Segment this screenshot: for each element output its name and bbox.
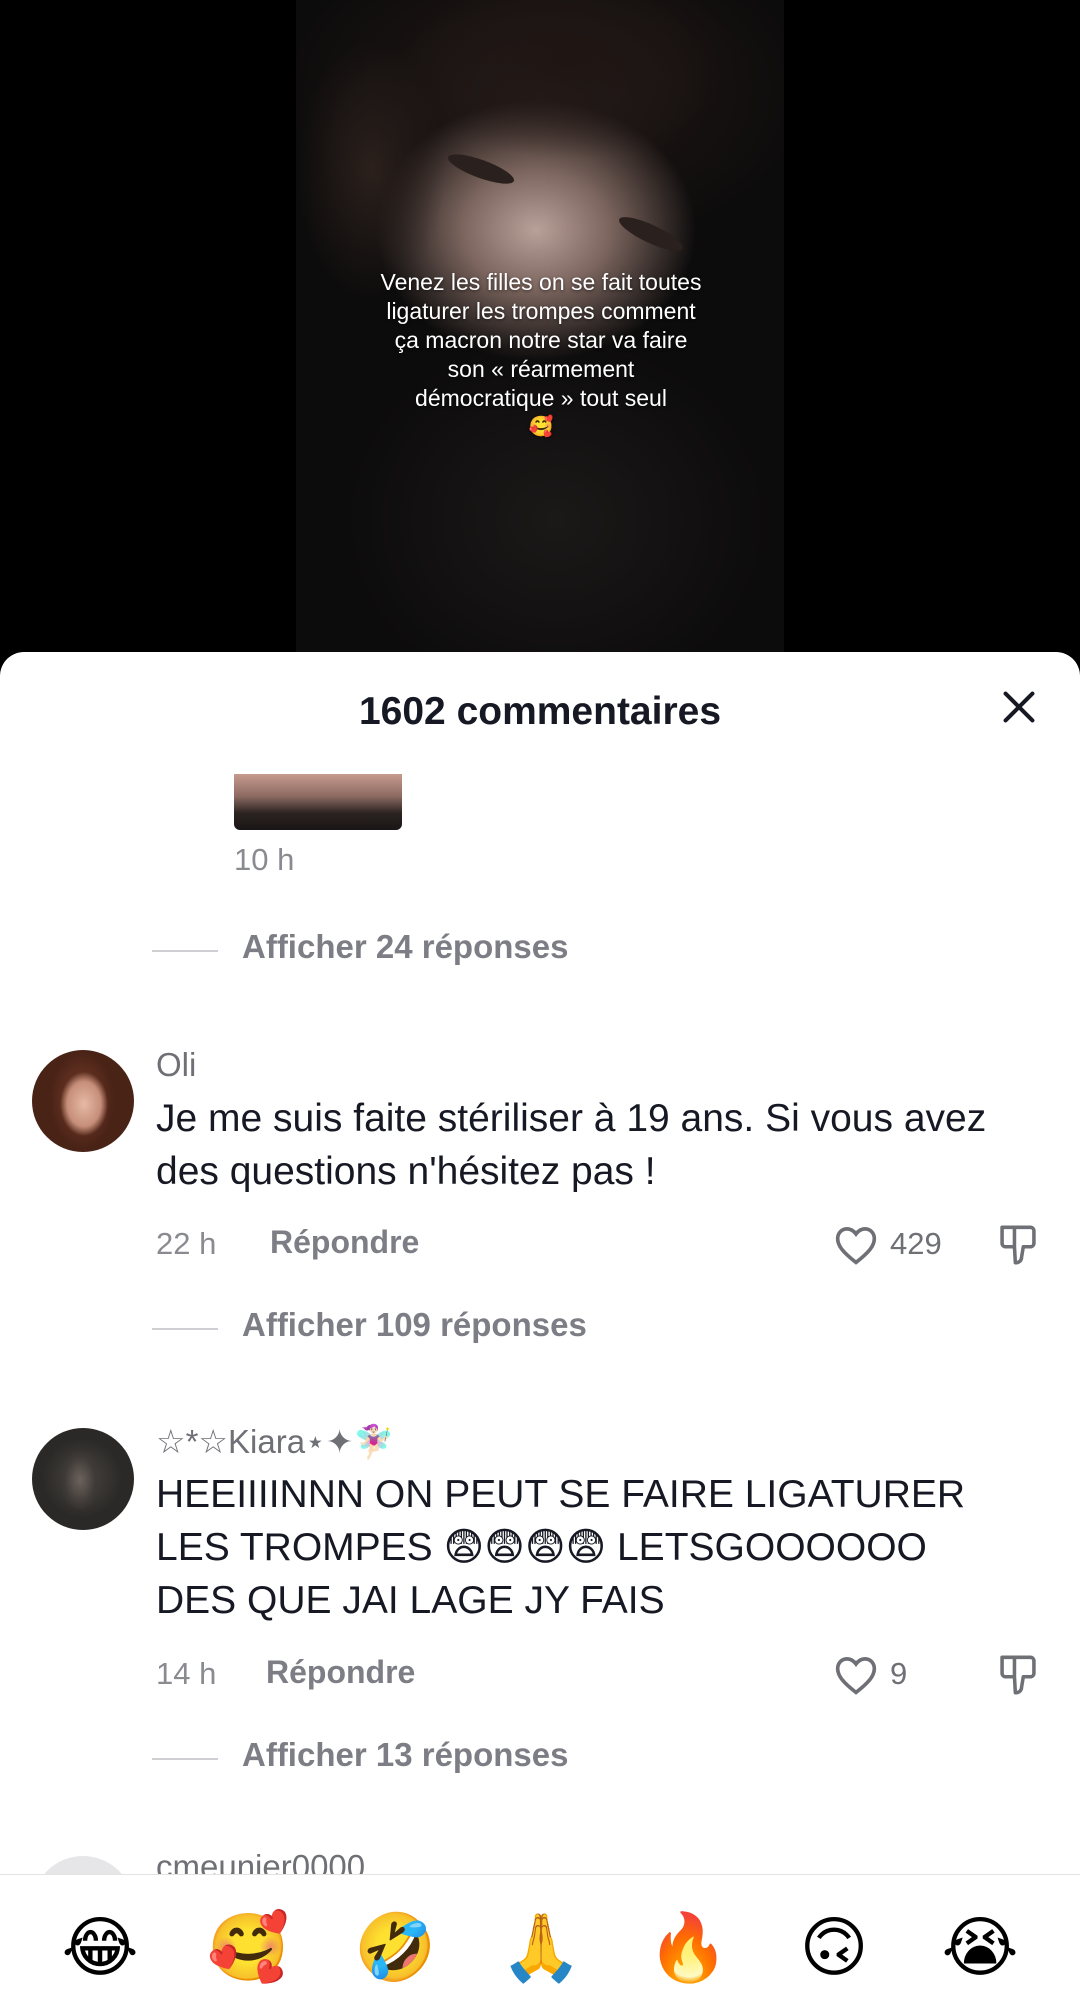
- emoji-button[interactable]: 😭: [940, 1907, 1020, 1987]
- emoji-button[interactable]: 🥰: [207, 1907, 289, 1987]
- show-replies-button[interactable]: Afficher 13 réponses: [242, 1736, 568, 1774]
- emoji-button[interactable]: 🙃: [794, 1907, 874, 1987]
- reply-button[interactable]: Répondre: [266, 1654, 415, 1691]
- comment-text: Je me suis faite stériliser à 19 ans. Si…: [156, 1097, 987, 1193]
- heart-icon[interactable]: [834, 1654, 878, 1696]
- comment-text: HEEIIIINNN ON PEUT SE FAIRE LIGATURER LE…: [156, 1473, 966, 1622]
- emoji-button[interactable]: 🔥: [647, 1907, 729, 1987]
- comment-timestamp: 14 h: [156, 1656, 217, 1691]
- comment-image-thumbnail[interactable]: [234, 774, 402, 830]
- reply-button[interactable]: Répondre: [270, 1224, 419, 1261]
- comments-sheet: 1602 commentaires 10 h Afficher 24 répon…: [0, 652, 1080, 2012]
- video-hair-shadow: [396, 0, 736, 160]
- avatar[interactable]: [32, 1428, 134, 1530]
- video-hair-shadow-left: [296, 40, 446, 300]
- thumbs-down-icon[interactable]: [996, 1222, 1040, 1268]
- video-player[interactable]: Venez les filles on se fait toutes ligat…: [0, 0, 1080, 680]
- emoji-button[interactable]: 😂: [60, 1907, 140, 1987]
- emoji-button[interactable]: 🙏: [500, 1907, 582, 1987]
- like-count: 9: [890, 1656, 908, 1691]
- comment-username[interactable]: ☆*☆Kiara⋆✦🧚🏻‍♀️: [156, 1422, 394, 1462]
- emoji-button[interactable]: 🤣: [354, 1907, 436, 1987]
- replies-divider: [152, 1328, 218, 1330]
- show-replies-button[interactable]: Afficher 24 réponses: [242, 928, 568, 966]
- show-replies-button[interactable]: Afficher 109 réponses: [242, 1306, 587, 1344]
- comments-count-title: 1602 commentaires: [358, 690, 722, 733]
- video-frame[interactable]: Venez les filles on se fait toutes ligat…: [296, 0, 784, 680]
- video-caption-emoji: 🥰: [528, 416, 554, 438]
- like-count: 429: [890, 1226, 942, 1261]
- replies-divider: [152, 1758, 218, 1760]
- heart-icon[interactable]: [834, 1224, 878, 1266]
- thumbs-down-icon[interactable]: [996, 1652, 1040, 1698]
- video-eye-left: [445, 148, 517, 190]
- replies-divider: [152, 950, 218, 952]
- avatar[interactable]: [32, 1050, 134, 1152]
- video-eye-right: [615, 211, 687, 257]
- comment-timestamp: 22 h: [156, 1226, 217, 1261]
- comment-username[interactable]: Oli: [156, 1046, 196, 1084]
- emoji-reaction-bar: 😂 🥰 🤣 🙏 🔥 🙃 😭: [0, 1874, 1080, 2013]
- video-caption-text: Venez les filles on se fait toutes ligat…: [380, 269, 702, 411]
- comment-timestamp: 10 h: [234, 842, 295, 877]
- close-icon[interactable]: [998, 686, 1040, 728]
- video-caption-overlay: Venez les filles on se fait toutes ligat…: [376, 268, 706, 442]
